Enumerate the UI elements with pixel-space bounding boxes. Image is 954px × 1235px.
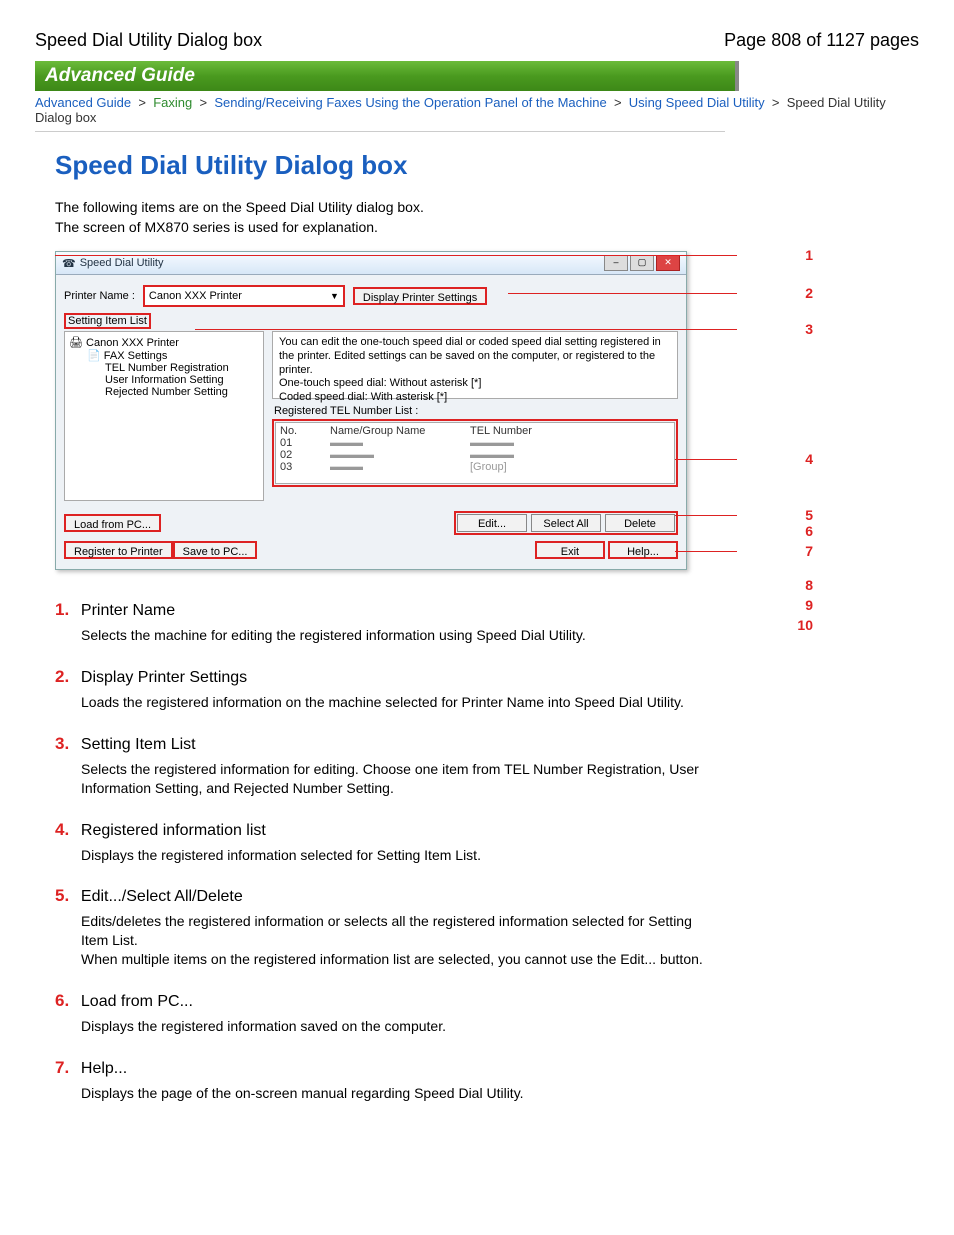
setting-item-list-label: Setting Item List: [64, 313, 151, 329]
main-heading: Speed Dial Utility Dialog box: [55, 150, 919, 181]
breadcrumb-using-speed-dial[interactable]: Using Speed Dial Utility: [629, 95, 765, 110]
step-desc: Edits/deletes the registered information…: [81, 912, 721, 969]
tree-tel-number[interactable]: TEL Number Registration: [105, 362, 259, 374]
edit-button[interactable]: Edit...: [457, 514, 527, 532]
step-title: Registered information list: [81, 822, 266, 839]
tree-fax-settings[interactable]: FAX Settings: [104, 350, 168, 362]
exit-button[interactable]: Exit: [535, 541, 605, 559]
registered-info-list[interactable]: No. Name/Group Name TEL Number 01▬▬▬▬▬▬▬…: [275, 422, 675, 484]
breadcrumb-faxing[interactable]: Faxing: [153, 95, 192, 110]
select-all-button[interactable]: Select All: [531, 514, 601, 532]
divider: [35, 131, 725, 132]
close-button[interactable]: ✕: [656, 255, 680, 271]
steps-list: 1. Printer Name Selects the machine for …: [55, 600, 919, 1103]
chevron-down-icon: ▼: [330, 287, 339, 305]
callout-10: 10: [797, 617, 813, 633]
step-desc: Displays the registered information sele…: [81, 846, 721, 865]
step-desc: Displays the registered information save…: [81, 1017, 721, 1036]
printer-name-select[interactable]: Canon XXX Printer ▼: [143, 285, 345, 307]
printer-name-label: Printer Name :: [64, 290, 135, 302]
step-desc: Loads the registered information on the …: [81, 693, 721, 712]
step-title: Setting Item List: [81, 736, 196, 753]
tree-rejected-number[interactable]: Rejected Number Setting: [105, 386, 259, 398]
list-row[interactable]: 02 ▬▬▬▬ ▬▬▬▬: [280, 449, 670, 461]
page-title: Speed Dial Utility Dialog box: [35, 30, 262, 51]
desc-line-2: One-touch speed dial: Without asterisk […: [279, 377, 671, 391]
save-to-pc-button[interactable]: Save to PC...: [173, 541, 258, 559]
tree-user-info[interactable]: User Information Setting: [105, 374, 259, 386]
step-number: 7.: [55, 1058, 77, 1078]
intro-line-2: The screen of MX870 series is used for e…: [55, 219, 919, 235]
list-row[interactable]: 01▬▬▬▬▬▬▬: [280, 437, 670, 449]
callout-3: 3: [805, 321, 813, 337]
step-desc: Displays the page of the on-screen manua…: [81, 1084, 721, 1103]
breadcrumb-sending-receiving[interactable]: Sending/Receiving Faxes Using the Operat…: [214, 95, 606, 110]
printer-name-value: Canon XXX Printer: [149, 287, 242, 305]
display-printer-settings-button[interactable]: Display Printer Settings: [353, 287, 487, 305]
help-button[interactable]: Help...: [608, 541, 678, 559]
registered-list-label: Registered TEL Number List :: [274, 405, 678, 417]
setting-item-tree[interactable]: 🖨 Canon XXX Printer 📄 FAX Settings TEL N…: [64, 331, 264, 501]
breadcrumb-sep: >: [196, 95, 211, 110]
list-cell: 03: [280, 461, 310, 473]
desc-line-1: You can edit the one-touch speed dial or…: [279, 336, 671, 377]
list-cell: ▬▬▬: [330, 461, 450, 473]
list-cell: ▬▬▬: [330, 437, 450, 449]
breadcrumb-advanced-guide[interactable]: Advanced Guide: [35, 95, 131, 110]
desc-line-3: Coded speed dial: With asterisk [*]: [279, 391, 671, 405]
step-desc: Selects the machine for editing the regi…: [81, 626, 721, 645]
callout-4: 4: [805, 451, 813, 467]
page-counter: Page 808 of 1127 pages: [724, 30, 919, 51]
step-number: 4.: [55, 820, 77, 840]
step-number: 3.: [55, 734, 77, 754]
list-cell: 01: [280, 437, 310, 449]
phone-icon: ☎: [62, 257, 76, 270]
step-number: 6.: [55, 991, 77, 1011]
step-number: 1.: [55, 600, 77, 620]
col-tel: TEL Number: [470, 425, 532, 437]
dialog-title: Speed Dial Utility: [80, 257, 164, 269]
step-title: Printer Name: [81, 602, 175, 619]
callout-8: 8: [805, 577, 813, 593]
step-number: 2.: [55, 667, 77, 687]
list-cell: ▬▬▬▬: [470, 437, 514, 449]
step-title: Load from PC...: [81, 993, 193, 1010]
step-title: Help...: [81, 1060, 127, 1077]
step-title: Edit.../Select All/Delete: [81, 888, 243, 905]
load-from-pc-button[interactable]: Load from PC...: [64, 514, 161, 532]
list-cell: ▬▬▬▬: [470, 449, 514, 461]
callout-1: 1: [805, 247, 813, 263]
callout-2: 2: [805, 285, 813, 301]
banner-advanced-guide: Advanced Guide: [35, 61, 739, 91]
breadcrumb-sep: >: [135, 95, 150, 110]
col-no: No.: [280, 425, 310, 437]
maximize-button[interactable]: ▢: [630, 255, 654, 271]
list-cell: ▬▬▬▬: [330, 449, 450, 461]
register-to-printer-button[interactable]: Register to Printer: [64, 541, 173, 559]
breadcrumb-sep: >: [768, 95, 783, 110]
step-number: 5.: [55, 886, 77, 906]
callout-7: 7: [805, 543, 813, 559]
callout-6: 6: [805, 523, 813, 539]
callout-5: 5: [805, 507, 813, 523]
list-cell: 02: [280, 449, 310, 461]
dialog-screenshot: ☎ Speed Dial Utility – ▢ ✕ Printer Name …: [55, 251, 775, 570]
list-row[interactable]: 03 ▬▬▬ [Group]: [280, 461, 670, 473]
list-cell: [Group]: [470, 461, 507, 473]
callout-9: 9: [805, 597, 813, 613]
step-desc: Selects the registered information for e…: [81, 760, 721, 798]
tree-root[interactable]: Canon XXX Printer: [86, 337, 179, 349]
delete-button[interactable]: Delete: [605, 514, 675, 532]
minimize-button[interactable]: –: [604, 255, 628, 271]
breadcrumb-sep: >: [610, 95, 625, 110]
breadcrumb: Advanced Guide > Faxing > Sending/Receiv…: [35, 95, 919, 125]
col-name: Name/Group Name: [330, 425, 450, 437]
intro-line-1: The following items are on the Speed Dia…: [55, 199, 919, 215]
description-box: You can edit the one-touch speed dial or…: [272, 331, 678, 399]
step-title: Display Printer Settings: [81, 669, 247, 686]
